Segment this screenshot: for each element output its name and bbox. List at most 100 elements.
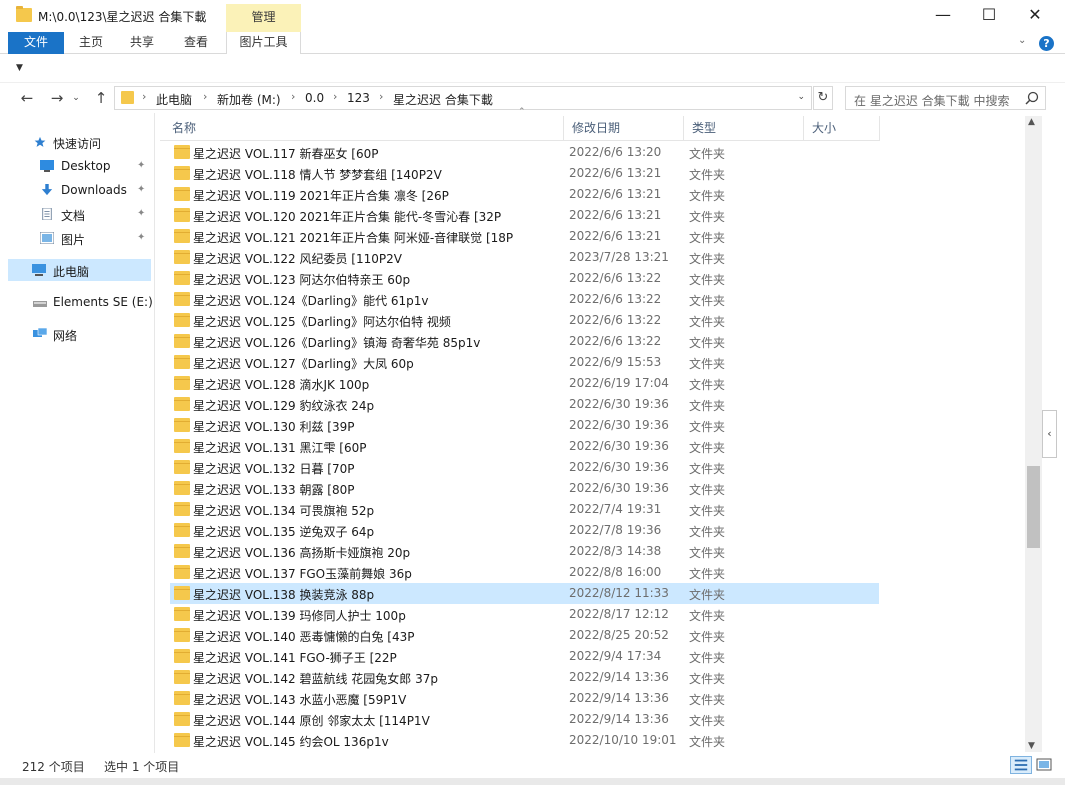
nav-quick-access[interactable]: 快速访问 xyxy=(0,131,152,153)
file-type: 文件夹 xyxy=(689,357,726,371)
details-view-icon[interactable] xyxy=(1010,756,1032,774)
table-row[interactable]: 星之迟迟 VOL.129 豹纹泳衣 24p 2022/6/30 19:36 文件夹 xyxy=(170,394,879,415)
file-name: 星之迟迟 VOL.141 FGO-狮子王 [22P xyxy=(193,651,397,665)
help-icon[interactable]: ? xyxy=(1039,36,1054,51)
folder-icon xyxy=(174,439,190,453)
file-type: 文件夹 xyxy=(689,525,726,539)
address-dropdown-icon[interactable]: ⌄ xyxy=(797,92,805,102)
ribbon-expand-icon[interactable]: ⌄ xyxy=(1018,35,1026,46)
file-date: 2022/6/30 19:36 xyxy=(569,481,669,495)
table-row[interactable]: 星之迟迟 VOL.131 黑江雫 [60P 2022/6/30 19:36 文件夹 xyxy=(170,436,879,457)
table-row[interactable]: 星之迟迟 VOL.117 新春巫女 [60P 2022/6/6 13:20 文件夹 xyxy=(170,142,879,163)
column-type[interactable]: 类型 xyxy=(684,116,804,141)
vertical-scrollbar[interactable]: ▲ ▼ xyxy=(1025,116,1042,752)
table-row[interactable]: 星之迟迟 VOL.126《Darling》镇海 奇奢华苑 85p1v 2022/6… xyxy=(170,331,879,352)
table-row[interactable]: 星之迟迟 VOL.138 换装竞泳 88p 2022/8/12 11:33 文件夹 xyxy=(170,583,879,604)
table-row[interactable]: 星之迟迟 VOL.144 原创 邻家太太 [114P1V 2022/9/14 13… xyxy=(170,709,879,730)
breadcrumb-separator[interactable]: › xyxy=(379,90,383,103)
nav-item-desktop[interactable]: Desktop ✦ xyxy=(0,155,152,177)
tab-share[interactable]: 共享 xyxy=(118,32,166,54)
search-input[interactable]: 在 星之迟迟 合集下載 中搜索 xyxy=(845,86,1046,110)
customize-toolbar-icon[interactable]: ▼ xyxy=(16,63,23,73)
nav-item-label: 文档 xyxy=(61,209,86,223)
quick-access-toolbar: ▼ xyxy=(0,55,1065,83)
file-name: 星之迟迟 VOL.118 情人节 梦梦套组 [140P2V xyxy=(193,168,442,182)
file-name: 星之迟迟 VOL.127《Darling》大凤 60p xyxy=(193,357,414,371)
table-row[interactable]: 星之迟迟 VOL.127《Darling》大凤 60p 2022/6/9 15:5… xyxy=(170,352,879,373)
recent-locations-icon[interactable]: ⌄ xyxy=(70,89,82,107)
folder-icon xyxy=(174,229,190,243)
nav-item-this-pc[interactable]: 此电脑 xyxy=(8,259,151,281)
column-size[interactable]: 大小 xyxy=(804,116,880,141)
file-date: 2022/10/10 19:01 xyxy=(569,733,677,747)
table-row[interactable]: 星之迟迟 VOL.128 滴水JK 100p 2022/6/19 17:04 文件夹 xyxy=(170,373,879,394)
scroll-down-icon[interactable]: ▼ xyxy=(1028,741,1035,751)
context-tab-manage[interactable]: 管理 xyxy=(226,4,301,32)
up-button[interactable]: ↑ xyxy=(90,89,112,107)
breadcrumb-this-pc[interactable]: 此电脑 xyxy=(156,91,192,108)
refresh-button[interactable]: ↻ xyxy=(813,86,833,110)
table-row[interactable]: 星之迟迟 VOL.145 约会OL 136p1v 2022/10/10 19:01… xyxy=(170,730,879,751)
file-type: 文件夹 xyxy=(689,252,726,266)
table-row[interactable]: 星之迟迟 VOL.142 碧蓝航线 花园兔女郎 37p 2022/9/14 13:… xyxy=(170,667,879,688)
table-row[interactable]: 星之迟迟 VOL.118 情人节 梦梦套组 [140P2V 2022/6/6 13… xyxy=(170,163,879,184)
table-row[interactable]: 星之迟迟 VOL.137 FGO玉藻前舞娘 36p 2022/8/8 16:00 文… xyxy=(170,562,879,583)
table-row[interactable]: 星之迟迟 VOL.140 恶毒慵懒的白兔 [43P 2022/8/25 20:52… xyxy=(170,625,879,646)
tab-view[interactable]: 查看 xyxy=(172,32,220,54)
table-row[interactable]: 星之迟迟 VOL.132 日暮 [70P 2022/6/30 19:36 文件夹 xyxy=(170,457,879,478)
nav-item-label: Desktop xyxy=(61,159,111,173)
star-icon xyxy=(34,136,46,147)
nav-item-drive-e[interactable]: Elements SE (E:) xyxy=(0,291,153,313)
table-row[interactable]: 星之迟迟 VOL.121 2021年正片合集 阿米娅-音律联觉 [18P 2022… xyxy=(170,226,879,247)
table-row[interactable]: 星之迟迟 VOL.133 朝露 [80P 2022/6/30 19:36 文件夹 xyxy=(170,478,879,499)
breadcrumb-current[interactable]: 星之迟迟 合集下載 xyxy=(393,91,493,108)
table-row[interactable]: 星之迟迟 VOL.130 利兹 [39P 2022/6/30 19:36 文件夹 xyxy=(170,415,879,436)
table-row[interactable]: 星之迟迟 VOL.122 风纪委员 [110P2V 2023/7/28 13:21… xyxy=(170,247,879,268)
table-row[interactable]: 星之迟迟 VOL.135 逆兔双子 64p 2022/7/8 19:36 文件夹 xyxy=(170,520,879,541)
forward-button[interactable]: → xyxy=(46,89,68,107)
close-button[interactable]: ✕ xyxy=(1012,0,1058,32)
table-row[interactable]: 星之迟迟 VOL.124《Darling》能代 61p1v 2022/6/6 13… xyxy=(170,289,879,310)
table-row[interactable]: 星之迟迟 VOL.119 2021年正片合集 凛冬 [26P 2022/6/6 1… xyxy=(170,184,879,205)
file-date: 2022/6/6 13:22 xyxy=(569,271,662,285)
breadcrumb-separator[interactable]: › xyxy=(203,90,207,103)
breadcrumb-folder-123[interactable]: 123 xyxy=(347,91,370,105)
preview-pane-toggle-icon[interactable]: ‹ xyxy=(1042,410,1057,458)
nav-item-network[interactable]: 网络 xyxy=(0,323,152,345)
minimize-button[interactable]: — xyxy=(920,0,966,32)
breadcrumb-drive[interactable]: 新加卷 (M:) xyxy=(217,91,281,108)
table-row[interactable]: 星之迟迟 VOL.134 可畏旗袍 52p 2022/7/4 19:31 文件夹 xyxy=(170,499,879,520)
document-icon xyxy=(42,208,52,220)
large-icons-view-icon[interactable] xyxy=(1034,756,1054,774)
breadcrumb-separator[interactable]: › xyxy=(333,90,337,103)
nav-item-downloads[interactable]: Downloads ✦ xyxy=(0,179,152,201)
file-date: 2022/6/9 15:53 xyxy=(569,355,662,369)
tab-home[interactable]: 主页 xyxy=(68,32,114,54)
search-placeholder: 在 星之迟迟 合集下載 中搜索 xyxy=(854,94,1010,108)
file-name: 星之迟迟 VOL.139 玛修同人护士 100p xyxy=(193,609,406,623)
back-button[interactable]: ← xyxy=(16,89,38,107)
column-header: ⌃ 名称 修改日期 类型 大小 xyxy=(160,107,880,141)
status-bar: 212 个项目 选中 1 个项目 xyxy=(0,753,1065,778)
table-row[interactable]: 星之迟迟 VOL.123 阿达尔伯特亲王 60p 2022/6/6 13:22 文件… xyxy=(170,268,879,289)
column-date-modified[interactable]: 修改日期 xyxy=(564,116,684,141)
scroll-thumb[interactable] xyxy=(1027,466,1040,548)
nav-item-pictures[interactable]: 图片 ✦ xyxy=(0,227,152,249)
address-bar[interactable]: › 此电脑 › 新加卷 (M:) › 0.0 › 123 › 星之迟迟 合集下載… xyxy=(114,86,812,110)
tab-picture-tools[interactable]: 图片工具 xyxy=(226,32,301,54)
breadcrumb-separator[interactable]: › xyxy=(291,90,295,103)
table-row[interactable]: 星之迟迟 VOL.136 高扬斯卡娅旗袍 20p 2022/8/3 14:38 文件… xyxy=(170,541,879,562)
search-icon[interactable] xyxy=(1025,91,1039,105)
table-row[interactable]: 星之迟迟 VOL.141 FGO-狮子王 [22P 2022/9/4 17:34 文… xyxy=(170,646,879,667)
breadcrumb-folder-0-0[interactable]: 0.0 xyxy=(305,91,324,105)
nav-item-documents[interactable]: 文档 ✦ xyxy=(0,203,152,225)
table-row[interactable]: 星之迟迟 VOL.120 2021年正片合集 能代-冬雪沁春 [32P 2022/… xyxy=(170,205,879,226)
table-row[interactable]: 星之迟迟 VOL.143 水蓝小恶魔 [59P1V 2022/9/14 13:36… xyxy=(170,688,879,709)
table-row[interactable]: 星之迟迟 VOL.125《Darling》阿达尔伯特 视频 2022/6/6 13… xyxy=(170,310,879,331)
table-row[interactable]: 星之迟迟 VOL.139 玛修同人护士 100p 2022/8/17 12:12 文… xyxy=(170,604,879,625)
tab-file[interactable]: 文件 xyxy=(8,32,64,54)
column-name[interactable]: 名称 xyxy=(164,116,564,141)
breadcrumb-separator[interactable]: › xyxy=(142,90,146,103)
scroll-up-icon[interactable]: ▲ xyxy=(1028,117,1035,127)
maximize-button[interactable]: ☐ xyxy=(966,0,1012,32)
